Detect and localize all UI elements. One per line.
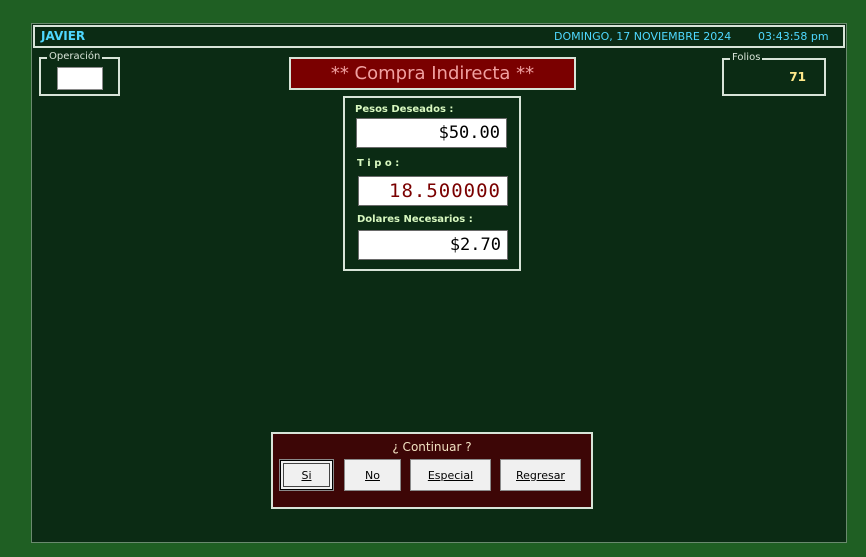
dolares-label: Dolares Necesarios : (357, 214, 473, 225)
status-bar: JAVIER DOMINGO, 17 NOVIEMBRE 2024 03:43:… (33, 25, 845, 48)
si-button[interactable]: Si (279, 459, 334, 491)
pesos-label: Pesos Deseados : (355, 104, 454, 115)
pesos-field[interactable]: $50.00 (356, 118, 507, 148)
dolares-field[interactable]: $2.70 (358, 230, 508, 260)
folios-label: Folios (730, 52, 763, 64)
especial-button[interactable]: Especial (410, 459, 491, 491)
no-button[interactable]: No (344, 459, 401, 491)
tipo-field[interactable]: 18.500000 (358, 176, 508, 206)
continue-prompt: ¿ Continuar ? (392, 440, 472, 454)
time-display: 03:43:58 pm (758, 30, 829, 43)
date-display: DOMINGO, 17 NOVIEMBRE 2024 (554, 30, 732, 43)
folios-group: Folios 71 (722, 52, 826, 96)
main-window: JAVIER DOMINGO, 17 NOVIEMBRE 2024 03:43:… (31, 23, 847, 543)
operacion-input[interactable] (57, 67, 103, 90)
tipo-label: T i p o : (357, 158, 400, 169)
user-name: JAVIER (41, 29, 86, 43)
continue-dialog: ¿ Continuar ? Si No Especial Regresar (271, 432, 593, 509)
regresar-button[interactable]: Regresar (500, 459, 581, 491)
conversion-panel: Pesos Deseados : $50.00 T i p o : 18.500… (343, 96, 521, 271)
operacion-label: Operación (47, 51, 103, 63)
page-title: ** Compra Indirecta ** (289, 57, 576, 90)
folios-value: 71 (789, 70, 806, 84)
operacion-group: Operación (39, 51, 120, 96)
